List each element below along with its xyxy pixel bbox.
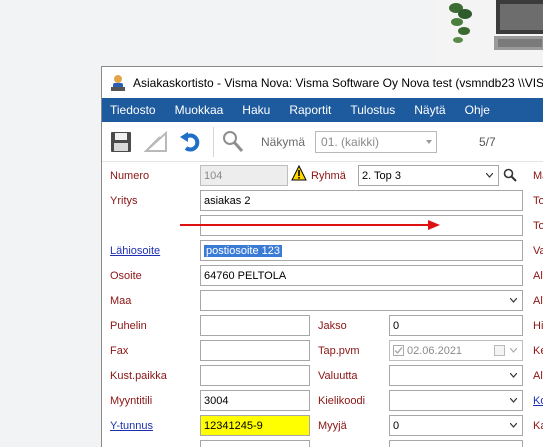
menu-raportit[interactable]: Raportit xyxy=(289,103,331,117)
menu-tulostus[interactable]: Tulostus xyxy=(350,103,395,117)
right-label-al-2: Al xyxy=(533,295,543,307)
customer-form: Numero 104 Ryhmä 2. Top 3 Yritys asiakas… xyxy=(102,162,543,447)
eraser-icon xyxy=(144,130,167,152)
right-label-hi: Hi xyxy=(533,320,543,332)
jakso-label: Jakso xyxy=(318,320,347,332)
ryhma-value: 2. Top 3 xyxy=(362,169,401,182)
record-page-indicator: 5/7 xyxy=(479,134,496,149)
customer-register-window: Asiakaskortisto - Visma Nova: Visma Soft… xyxy=(101,66,543,447)
myyntitili-field[interactable]: 3004 xyxy=(200,390,310,411)
maa-label: Maa xyxy=(110,295,132,307)
right-label-va: Va xyxy=(533,245,543,257)
chevron-down-icon xyxy=(510,348,517,353)
right-link-ko[interactable]: Ko xyxy=(533,395,543,407)
magnifier-icon xyxy=(223,130,244,152)
next-row-select[interactable] xyxy=(389,440,523,447)
maa-select[interactable] xyxy=(200,290,523,311)
window-title: Asiakaskortisto - Visma Nova: Visma Soft… xyxy=(133,75,543,90)
myyja-value: 0 xyxy=(393,419,400,432)
jakso-value: 0 xyxy=(393,319,400,332)
warning-icon xyxy=(291,165,307,181)
chevron-down-icon xyxy=(426,139,433,144)
yritys-field[interactable]: asiakas 2 xyxy=(200,190,523,211)
desktop-background-photo xyxy=(438,0,543,66)
myyja-label: Myyjä xyxy=(318,420,347,432)
undo-button[interactable] xyxy=(178,128,204,156)
numero-field: 104 xyxy=(200,165,288,186)
save-button[interactable] xyxy=(108,128,134,156)
kust-paikka-field[interactable] xyxy=(200,365,310,386)
osoite-value: 64760 PELTOLA xyxy=(204,269,287,282)
menu-muokkaa[interactable]: Muokkaa xyxy=(175,103,224,117)
laptop-image xyxy=(494,0,543,50)
kielikoodi-select[interactable] xyxy=(389,390,523,411)
right-label-ma: Ma xyxy=(533,170,543,182)
y-tunnus-field[interactable]: 12341245-9 xyxy=(200,415,310,436)
menu-nayta[interactable]: Näytä xyxy=(414,103,445,117)
y-tunnus-value: 12341245-9 xyxy=(204,419,263,432)
fax-field[interactable] xyxy=(200,340,310,361)
right-label-ka: Ka xyxy=(533,420,543,432)
clear-button[interactable] xyxy=(143,128,169,156)
myyntitili-label: Myyntitili xyxy=(110,395,153,407)
checkbox-icon[interactable] xyxy=(393,345,404,356)
chevron-down-icon xyxy=(510,373,517,378)
tap-pvm-datepicker[interactable]: 02.06.2021 xyxy=(389,340,523,361)
chevron-down-icon xyxy=(510,298,517,303)
lahiosoite-field[interactable]: postiosoite 123 xyxy=(200,240,523,261)
ryhma-select[interactable]: 2. Top 3 xyxy=(358,165,499,186)
search-icon[interactable] xyxy=(503,168,517,182)
fax-label: Fax xyxy=(110,345,129,357)
ryhma-label: Ryhmä xyxy=(311,170,346,182)
view-label: Näkymä xyxy=(261,134,306,149)
chevron-down-icon xyxy=(510,423,517,428)
numero-value: 104 xyxy=(204,169,223,182)
toolbar: Näkymä 01. (kaikki) 5/7 xyxy=(102,122,543,162)
visma-nova-app-icon xyxy=(111,74,125,91)
y-tunnus-link[interactable]: Y-tunnus xyxy=(110,420,153,432)
menu-haku[interactable]: Haku xyxy=(242,103,270,117)
osoite-label: Osoite xyxy=(110,270,142,282)
myyntitili-value: 3004 xyxy=(204,394,229,407)
jakso-field[interactable]: 0 xyxy=(389,315,523,336)
save-icon xyxy=(111,131,131,152)
kielikoodi-label: Kielikoodi xyxy=(318,395,366,407)
right-label-to-2: To xyxy=(533,220,543,232)
toolbar-separator xyxy=(213,126,214,157)
puhelin-label: Puhelin xyxy=(110,320,147,332)
menubar: Tiedosto Muokkaa Haku Raportit Tulostus … xyxy=(102,98,543,122)
right-label-to-1: To xyxy=(533,195,543,207)
lahiosoite-link[interactable]: Lähiosoite xyxy=(110,245,160,257)
valuutta-select[interactable] xyxy=(389,365,523,386)
calendar-icon[interactable] xyxy=(494,345,505,356)
menu-ohje[interactable]: Ohje xyxy=(465,103,490,117)
undo-icon xyxy=(180,131,200,151)
view-select-value: 01. (kaikki) xyxy=(321,134,380,149)
tap-pvm-label: Tap.pvm xyxy=(318,345,360,357)
chevron-down-icon xyxy=(510,398,517,403)
tap-pvm-value: 02.06.2021 xyxy=(407,344,463,357)
plant-image xyxy=(449,3,472,43)
search-button[interactable] xyxy=(220,128,246,156)
numero-label: Numero xyxy=(110,170,150,182)
lahiosoite-value: postiosoite 123 xyxy=(204,244,282,257)
myyja-select[interactable]: 0 xyxy=(389,415,523,436)
view-select[interactable]: 01. (kaikki) xyxy=(315,130,438,153)
right-label-al-3: Al xyxy=(533,370,543,382)
kust-paikka-label: Kust.paikka xyxy=(110,370,167,382)
right-label-ke: Ke xyxy=(533,345,543,357)
next-row-field[interactable] xyxy=(200,440,310,447)
window-titlebar[interactable]: Asiakaskortisto - Visma Nova: Visma Soft… xyxy=(102,67,543,98)
chevron-down-icon xyxy=(486,173,493,178)
right-label-al-1: Al xyxy=(533,270,543,282)
puhelin-field[interactable] xyxy=(200,315,310,336)
menu-tiedosto[interactable]: Tiedosto xyxy=(110,103,156,117)
yritys-label: Yritys xyxy=(110,195,138,207)
red-arrow-annotation xyxy=(180,220,440,230)
yritys-value: asiakas 2 xyxy=(204,194,251,207)
osoite-field[interactable]: 64760 PELTOLA xyxy=(200,265,523,286)
valuutta-label: Valuutta xyxy=(318,370,358,382)
